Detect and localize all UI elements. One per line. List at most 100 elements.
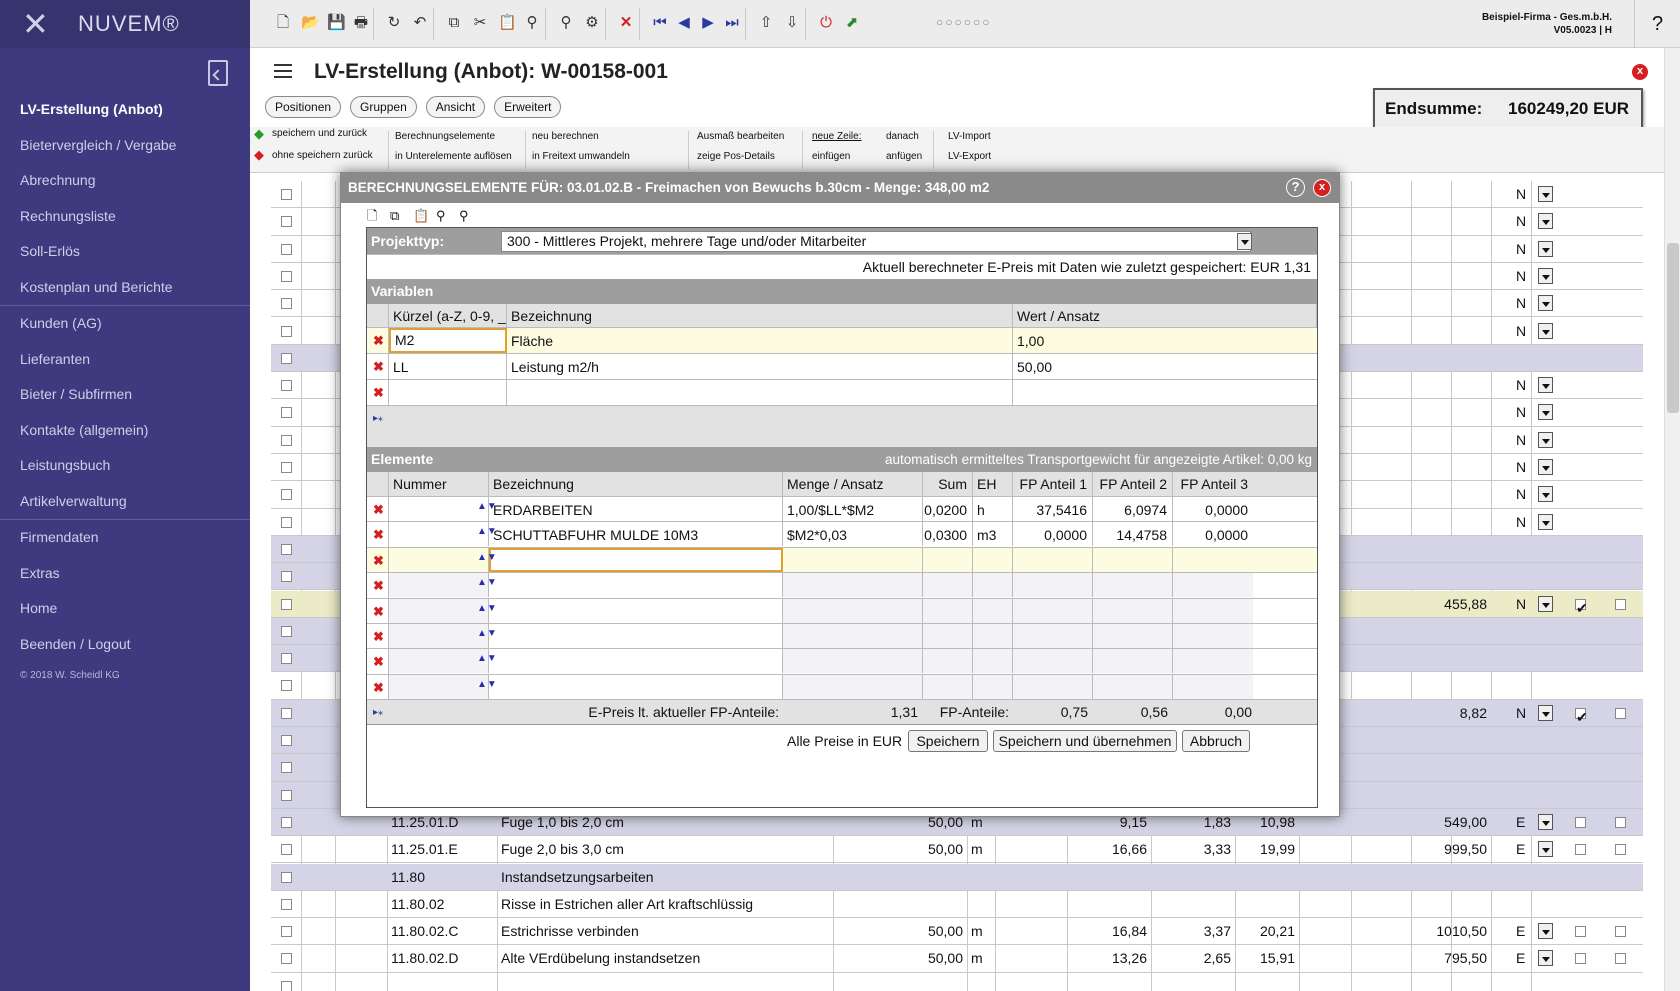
save-back-link[interactable]: speichern und zurück xyxy=(272,128,367,140)
type-dropdown[interactable] xyxy=(1538,486,1553,503)
type-dropdown[interactable] xyxy=(1538,186,1553,202)
row-checkbox[interactable] xyxy=(281,543,292,555)
lv-export-link[interactable]: LV-Export xyxy=(948,151,991,163)
refresh-icon[interactable]: ↻ xyxy=(386,15,402,31)
replace-icon[interactable]: ⚙ xyxy=(584,15,600,31)
sidebar-item[interactable]: LV-Erstellung (Anbot) xyxy=(0,92,250,128)
row-checkbox[interactable] xyxy=(281,189,292,200)
nosave-back-icon[interactable]: ◆ xyxy=(254,148,267,161)
type-dropdown[interactable] xyxy=(1538,322,1553,339)
menge-input[interactable]: $M2*0,03 xyxy=(783,522,923,547)
spinner-icon[interactable]: ▲▼ xyxy=(477,679,497,695)
lv-import-link[interactable]: LV-Import xyxy=(948,131,991,143)
row-flag2-checkbox[interactable] xyxy=(1615,953,1626,965)
row-checkbox[interactable] xyxy=(281,216,292,228)
type-dropdown[interactable] xyxy=(1538,431,1553,448)
row-checkbox[interactable] xyxy=(281,380,292,392)
row-checkbox[interactable] xyxy=(281,270,292,282)
save-icon[interactable]: 💾 xyxy=(327,15,346,31)
add-row-icon[interactable]: ▸⁎ xyxy=(373,414,385,424)
nummer-input[interactable] xyxy=(389,522,489,547)
sidebar-item[interactable]: Artikelverwaltung xyxy=(0,484,250,520)
delete-row-icon[interactable]: ✖ xyxy=(373,528,385,541)
delete-row-icon[interactable]: ✖ xyxy=(373,386,385,399)
help-button[interactable]: ? xyxy=(1634,0,1680,48)
sidebar-item[interactable]: Rechnungsliste xyxy=(0,199,250,235)
row-checkbox[interactable] xyxy=(281,735,292,746)
sidebar-item[interactable]: Soll-Erlös xyxy=(0,234,250,270)
delete-row-icon[interactable]: ✖ xyxy=(373,605,385,618)
row-checkbox[interactable] xyxy=(281,762,292,774)
delete-row-icon[interactable]: ✖ xyxy=(373,554,385,567)
spinner-icon[interactable]: ▲▼ xyxy=(477,654,497,669)
row-checkbox[interactable] xyxy=(281,516,292,528)
table-row[interactable]: 11.80.02.C Estrichrisse verbinden 50,00 m 16… xyxy=(271,918,1643,946)
row-flag2-checkbox[interactable] xyxy=(1615,707,1626,719)
row-flag-checkbox[interactable] xyxy=(1575,953,1586,965)
type-dropdown[interactable] xyxy=(1538,950,1553,967)
collapse-icon[interactable]: ⇩ xyxy=(784,15,800,31)
edit-ausmass-link[interactable]: Ausmaß bearbeiten xyxy=(697,131,784,143)
bezeichnung-input[interactable] xyxy=(489,649,783,674)
menge-input[interactable] xyxy=(783,624,923,648)
row-flag2-checkbox[interactable] xyxy=(1615,816,1626,828)
notifications-icon[interactable]: ⬈ xyxy=(844,15,860,31)
paste-icon[interactable]: 📋 xyxy=(498,15,517,31)
bezeichnung-input[interactable] xyxy=(489,674,783,699)
nummer-input[interactable] xyxy=(389,674,489,699)
bezeichnung-input[interactable] xyxy=(489,573,783,598)
dropdown-arrow-icon[interactable] xyxy=(1237,233,1252,250)
kuerzel-input[interactable]: M2 xyxy=(389,328,507,353)
cut-icon[interactable]: ✂ xyxy=(472,15,488,31)
show-details-link[interactable]: zeige Pos-Details xyxy=(697,151,775,163)
wert-input[interactable] xyxy=(1013,380,1317,405)
tab-erweitert[interactable]: Erweitert xyxy=(494,96,562,118)
row-flag2-checkbox[interactable] xyxy=(1615,844,1626,856)
first-record-icon[interactable]: ⏮ xyxy=(652,15,668,31)
sidebar-item[interactable]: Kontakte (allgemein) xyxy=(0,413,250,449)
row-checkbox[interactable] xyxy=(281,844,292,856)
sidebar-item[interactable]: Extras xyxy=(0,556,250,592)
dialog-help-icon[interactable]: ? xyxy=(1286,178,1305,197)
collapse-sidebar-icon[interactable] xyxy=(208,60,228,86)
recalc-link[interactable]: neu berechnen xyxy=(532,131,599,143)
type-dropdown[interactable] xyxy=(1538,841,1553,858)
binoculars-next-icon[interactable]: ⚲ xyxy=(459,208,477,224)
delete-row-icon[interactable]: ✖ xyxy=(373,503,385,516)
expand-icon[interactable]: ⇧ xyxy=(758,15,774,31)
spinner-icon[interactable]: ▲▼ xyxy=(477,629,497,644)
type-dropdown[interactable] xyxy=(1538,459,1553,475)
scrollbar-thumb[interactable] xyxy=(1667,243,1679,413)
save-button[interactable]: Speichern xyxy=(908,730,988,752)
nummer-input[interactable] xyxy=(389,624,489,648)
spinner-icon[interactable]: ▲▼ xyxy=(477,527,497,542)
table-row[interactable] xyxy=(271,973,1643,991)
menge-input[interactable] xyxy=(783,547,923,572)
spinner-icon[interactable]: ▲▼ xyxy=(477,502,497,517)
save-apply-button[interactable]: Speichern und übernehmen xyxy=(993,730,1177,752)
vertical-scrollbar[interactable] xyxy=(1664,48,1680,991)
type-dropdown[interactable] xyxy=(1538,704,1553,721)
row-checkbox[interactable] xyxy=(281,789,292,801)
bezeichnung-input[interactable]: Fläche xyxy=(507,328,1013,353)
last-record-icon[interactable]: ⏭ xyxy=(724,15,740,31)
tab-positionen[interactable]: Positionen xyxy=(265,96,342,118)
type-dropdown[interactable] xyxy=(1538,404,1553,421)
delete-row-icon[interactable]: ✖ xyxy=(373,334,385,347)
sidebar-item[interactable]: Kunden (AG) xyxy=(0,306,250,342)
row-checkbox[interactable] xyxy=(281,243,292,255)
spinner-icon[interactable]: ▲▼ xyxy=(477,552,497,568)
bezeichnung-input[interactable]: SCHUTTABFUHR MULDE 10M3 xyxy=(489,522,783,547)
row-flag-checkbox[interactable] xyxy=(1575,926,1586,938)
menge-input[interactable] xyxy=(783,674,923,699)
row-checkbox[interactable] xyxy=(281,625,292,637)
sidebar-item[interactable]: Bieter / Subfirmen xyxy=(0,377,250,413)
row-checkbox[interactable] xyxy=(281,325,292,337)
type-dropdown[interactable] xyxy=(1538,295,1553,312)
type-dropdown[interactable] xyxy=(1538,923,1553,940)
row-checkbox[interactable] xyxy=(281,352,292,364)
row-checkbox[interactable] xyxy=(281,871,292,883)
menge-input[interactable]: 1,00/$LL*$M2 xyxy=(783,497,923,521)
bezeichnung-input[interactable] xyxy=(489,624,783,648)
delete-row-icon[interactable]: ✖ xyxy=(373,681,385,694)
